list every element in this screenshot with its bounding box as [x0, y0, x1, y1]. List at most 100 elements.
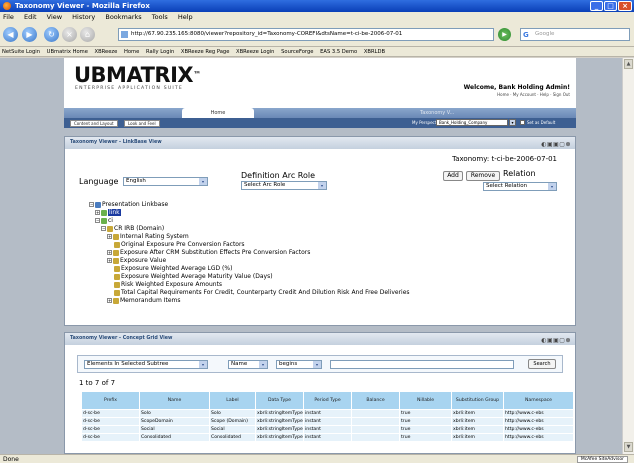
panel-window-controls-icon[interactable]: ◐▣▣▢⊗ [541, 139, 571, 151]
bookmark-xbrldb[interactable]: XBRLDB [364, 49, 385, 55]
table-cell: instant [303, 425, 352, 434]
column-header[interactable]: Namespace [503, 391, 574, 410]
column-header[interactable]: Period Type [303, 391, 352, 410]
grid-filter-bar: Elements In Selected Subtree ▾ Name ▾ begi… [77, 355, 563, 373]
arc-role-select[interactable]: Select Arc Role ▾ [241, 181, 327, 190]
tree-node-root[interactable]: − Presentation Linkbase [89, 201, 168, 209]
expand-icon: + [107, 258, 112, 263]
add-button[interactable]: Add [443, 171, 463, 181]
bookmark-sourceforge[interactable]: SourceForge [281, 49, 313, 55]
menu-bookmarks[interactable]: Bookmarks [105, 13, 141, 21]
column-header[interactable]: Prefix [81, 391, 140, 410]
minimize-button[interactable]: _ [590, 1, 603, 11]
stop-icon[interactable]: × [62, 27, 77, 42]
concept-icon [114, 281, 120, 288]
column-header[interactable]: Balance [351, 391, 400, 410]
concept-icon [113, 249, 119, 256]
tree-item[interactable]: Original Exposure Pre Conversion Factors [114, 241, 245, 249]
table-cell: Solo [209, 409, 256, 418]
tree-item[interactable]: + Exposure Value [107, 257, 166, 265]
table-row[interactable]: d-sc-be Consolidated Consolidated xbrli:str… [81, 433, 574, 442]
table-cell: instant [303, 409, 352, 418]
result-count: 1 to 7 of 7 [79, 379, 116, 387]
chevron-down-icon[interactable]: ▾ [509, 119, 516, 126]
menu-tools[interactable]: Tools [152, 13, 168, 21]
remove-button[interactable]: Remove [466, 171, 500, 181]
header-links[interactable]: Home · My Account · Help · Sign Out [497, 92, 570, 97]
filter-field-select[interactable]: Name ▾ [228, 360, 268, 369]
content-layout-button[interactable]: Content and Layout [70, 120, 118, 127]
menu-help[interactable]: Help [178, 13, 193, 21]
bookmark-ubmatrix-home[interactable]: UBmatrix Home [47, 49, 88, 55]
set-default-checkbox[interactable] [520, 120, 525, 125]
scroll-up-icon[interactable]: ▲ [624, 59, 633, 69]
bookmark-netsuite[interactable]: NetSuite Login [2, 49, 40, 55]
collapse-icon: − [101, 226, 106, 231]
maximize-button[interactable]: □ [604, 1, 617, 11]
search-input[interactable]: G Google [520, 28, 630, 41]
chevron-down-icon: ▾ [199, 178, 207, 185]
tree-item[interactable]: + Exposure After CRM Substitution Effects… [107, 249, 310, 257]
table-cell: d-sc-be [81, 425, 140, 434]
relation-select[interactable]: Select Relation ▾ [483, 182, 557, 191]
table-row[interactable]: d-sc-be ScopeDomain Scope (Domain) xbrli:st… [81, 417, 574, 426]
filter-operator-select[interactable]: begins ▾ [276, 360, 322, 369]
column-header[interactable]: Data Type [255, 391, 304, 410]
siteadvisor-badge[interactable]: McAfee SiteAdvisor [576, 456, 628, 463]
page-scrollbar[interactable]: ▲ ▼ [622, 58, 634, 454]
grid-panel-header: Taxonomy Viewer - Concept Grid View ◐▣▣▢… [65, 333, 575, 345]
tab-taxonomy-viewer[interactable]: Taxonomy V... [420, 108, 454, 118]
bookmark-xbreeze-reg[interactable]: XBReeze Reg Page [181, 49, 230, 55]
tree-node-ci[interactable]: − ci [95, 217, 113, 225]
tree-item[interactable]: Exposure Weighted Average LGD (%) [114, 265, 232, 273]
portal-tab-strip: Home Taxonomy V... [64, 108, 576, 118]
column-header[interactable]: Name [139, 391, 210, 410]
language-select[interactable]: English ▾ [123, 177, 208, 186]
table-row[interactable]: d-sc-be Solo Solo xbrli:stringItemType insta… [81, 409, 574, 418]
close-window-button[interactable]: × [618, 1, 632, 11]
column-header[interactable]: Nillable [399, 391, 452, 410]
back-icon[interactable]: ◀ [3, 27, 18, 42]
menu-edit[interactable]: Edit [24, 13, 37, 21]
tree-item[interactable]: Total Capital Requirements For Credit, C… [114, 289, 410, 297]
bookmark-xbreeze[interactable]: XBReeze [95, 49, 118, 55]
filter-scope-select[interactable]: Elements In Selected Subtree ▾ [84, 360, 208, 369]
search-placeholder: Google [535, 31, 555, 37]
menu-file[interactable]: File [3, 13, 14, 21]
forward-icon[interactable]: ▶ [22, 27, 37, 42]
panel-window-controls-icon[interactable]: ◐▣▣▢⊗ [541, 335, 571, 347]
status-text: Done [3, 456, 19, 463]
column-header[interactable]: Label [209, 391, 256, 410]
bookmark-eas-demo[interactable]: EAS 3.5 Demo [320, 49, 357, 55]
search-button[interactable]: Search [528, 359, 556, 369]
reload-icon[interactable]: ↻ [44, 27, 59, 42]
expand-icon: + [107, 250, 112, 255]
scroll-down-icon[interactable]: ▼ [624, 442, 633, 452]
tree-node-domain[interactable]: − CR IRB (Domain) [101, 225, 164, 233]
tree-item[interactable]: + Internal Rating System [107, 233, 189, 241]
table-cell: d-sc-be [81, 417, 140, 426]
bookmark-rally[interactable]: Rally Login [146, 49, 174, 55]
column-header[interactable]: Substitution Group [451, 391, 504, 410]
table-cell: Solo [139, 409, 210, 418]
bookmark-home[interactable]: Home [124, 49, 139, 55]
ubmatrix-logo: UBMATRIX™ [74, 63, 201, 87]
tree-item[interactable]: Risk Weighted Exposure Amounts [114, 281, 222, 289]
tree-item[interactable]: + Memorandum Items [107, 297, 180, 305]
tree-item[interactable]: Exposure Weighted Average Maturity Value… [114, 273, 273, 281]
perspective-select[interactable]: Bank_Holding_Company [436, 119, 508, 126]
tab-home[interactable]: Home [182, 108, 254, 118]
app-header: UBMATRIX™ ENTERPRISE APPLICATION SUITE W… [64, 58, 576, 110]
menu-history[interactable]: History [72, 13, 95, 21]
go-icon[interactable]: ▶ [498, 28, 511, 41]
bookmarks-toolbar: NetSuite Login UBmatrix Home XBReeze Hom… [0, 47, 634, 57]
table-row[interactable]: d-sc-be Social Social xbrli:stringItemType i… [81, 425, 574, 434]
filter-value-input[interactable] [330, 360, 514, 369]
tree-node-link[interactable]: + link [95, 209, 121, 217]
look-feel-button[interactable]: Look and Feel [124, 120, 160, 127]
menu-bar: File Edit View History Bookmarks Tools H… [0, 12, 634, 23]
bookmark-xbreeze-login[interactable]: XBReeze Login [236, 49, 274, 55]
url-field[interactable]: http://67.90.235.165:8080/viewer?reposit… [118, 28, 494, 41]
home-icon[interactable]: ⌂ [80, 27, 95, 42]
menu-view[interactable]: View [47, 13, 62, 21]
